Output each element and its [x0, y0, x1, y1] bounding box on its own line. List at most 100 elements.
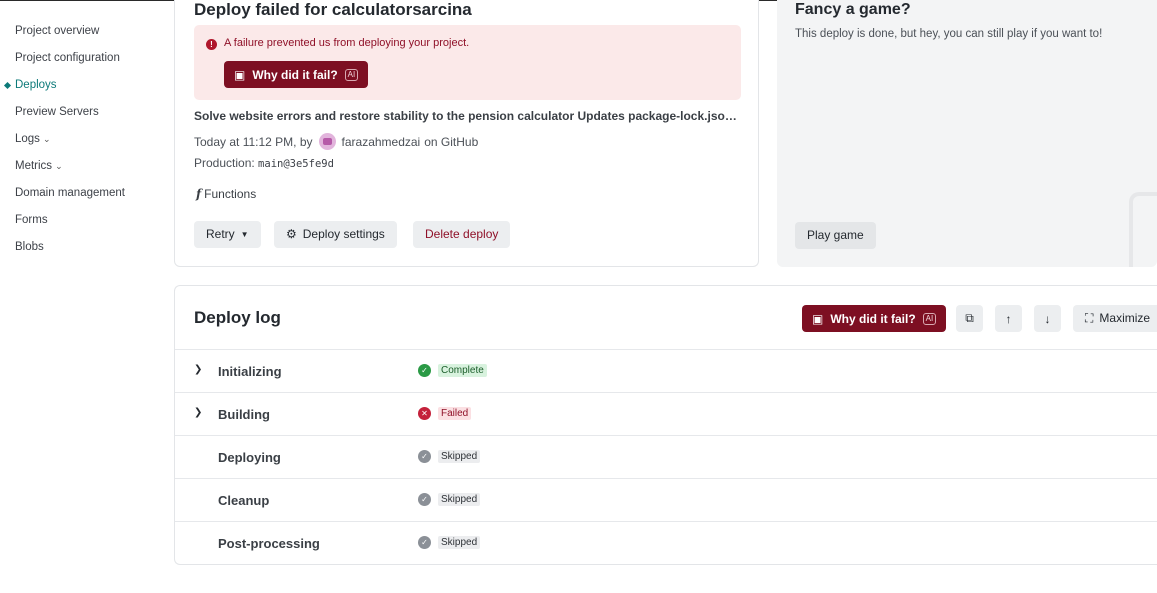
author-link[interactable]: farazahmedzai	[342, 135, 421, 149]
why-label: Why did it fail?	[830, 311, 916, 326]
active-indicator-icon	[3, 81, 12, 90]
alert-icon: !	[206, 39, 217, 50]
sidebar-item-label: Logs	[15, 133, 40, 145]
source-text: on GitHub	[424, 134, 479, 149]
arrow-up-icon: ↑	[1005, 311, 1012, 326]
sidebar-item-label: Project overview	[15, 25, 100, 37]
retry-button[interactable]: Retry ▼	[194, 221, 261, 248]
sidebar-nav: Project overview Project configuration D…	[0, 18, 160, 261]
sidebar-item-logs[interactable]: Logs ⌄	[0, 126, 160, 153]
step-label: Initializing	[218, 364, 282, 379]
step-label: Cleanup	[218, 493, 270, 508]
scroll-bottom-button[interactable]: ↓	[1034, 305, 1061, 332]
sidebar-item-forms[interactable]: Forms	[0, 207, 160, 234]
check-circle-icon: ✓	[418, 536, 431, 549]
log-step-building[interactable]: ❯ Building ✕ Failed	[175, 392, 1157, 435]
production-label: Production:	[194, 156, 255, 170]
sidebar-item-label: Blobs	[15, 241, 44, 253]
commit-message: Solve website errors and restore stabili…	[194, 109, 744, 123]
log-step-initializing[interactable]: ❯ Initializing ✓ Complete	[175, 349, 1157, 392]
status-badge: Skipped	[438, 493, 481, 506]
step-status: ✓ Skipped	[418, 493, 481, 506]
functions-label: Functions	[204, 187, 257, 201]
chevron-right-icon[interactable]: ❯	[194, 407, 202, 418]
deploy-summary-card: Deploy failed for calculatorsarcina ! A …	[174, 0, 759, 267]
sidebar-item-blobs[interactable]: Blobs	[0, 234, 160, 261]
maximize-icon: ⛶	[1085, 311, 1094, 325]
deploy-title: Deploy failed for calculatorsarcina	[194, 0, 472, 19]
function-icon: f	[196, 187, 202, 201]
robot-icon: ▣	[234, 67, 246, 82]
log-steps: ❯ Initializing ✓ Complete ❯ Building ✕ F…	[175, 349, 1157, 564]
step-status: ✓ Skipped	[418, 450, 481, 463]
chevron-right-icon[interactable]: ❯	[194, 364, 202, 375]
production-line: Production: main@3e5fe9d	[194, 156, 334, 170]
sidebar-item-preview-servers[interactable]: Preview Servers	[0, 99, 160, 126]
x-circle-icon: ✕	[418, 407, 431, 420]
scroll-top-button[interactable]: ↑	[995, 305, 1022, 332]
sidebar-item-deploys[interactable]: Deploys	[0, 72, 160, 99]
sidebar-item-label: Project configuration	[15, 52, 120, 64]
deploy-settings-label: Deploy settings	[302, 227, 385, 241]
check-circle-icon: ✓	[418, 493, 431, 506]
sidebar-item-label: Domain management	[15, 187, 125, 199]
step-status: ✓ Skipped	[418, 536, 481, 549]
game-title: Fancy a game?	[795, 1, 911, 18]
game-illustration	[1129, 192, 1157, 267]
check-circle-icon: ✓	[418, 364, 431, 377]
why-label: Why did it fail?	[252, 67, 338, 82]
avatar	[318, 133, 336, 150]
sidebar-item-label: Metrics	[15, 160, 53, 172]
game-card: Fancy a game? This deploy is done, but h…	[777, 0, 1157, 267]
arrow-down-icon: ↓	[1044, 311, 1051, 326]
retry-label: Retry	[206, 227, 235, 241]
step-label: Deploying	[218, 450, 281, 465]
deploy-log-card: Deploy log ▣ Why did it fail? AI ⧉ ↑ ↓ ⛶…	[174, 285, 1157, 565]
deploy-settings-button[interactable]: ⚙ Deploy settings	[274, 221, 397, 248]
chevron-down-icon: ⌄	[42, 134, 51, 144]
ai-badge: AI	[344, 68, 359, 81]
status-badge: Skipped	[438, 536, 481, 549]
gear-icon: ⚙	[286, 227, 297, 241]
sidebar-item-label: Forms	[15, 214, 48, 226]
log-step-deploying: Deploying ✓ Skipped	[175, 435, 1157, 478]
functions-link[interactable]: f Functions	[196, 187, 256, 201]
delete-deploy-button[interactable]: Delete deploy	[413, 221, 511, 248]
deploy-meta: Today at 11:12 PM, by farazahmedzai on G…	[194, 133, 478, 150]
log-why-did-it-fail-button[interactable]: ▣ Why did it fail? AI	[802, 305, 947, 332]
deploy-log-title: Deploy log	[194, 308, 281, 327]
why-did-it-fail-button[interactable]: ▣ Why did it fail? AI	[224, 61, 369, 88]
play-game-button[interactable]: Play game	[795, 222, 876, 249]
maximize-button[interactable]: ⛶ Maximize	[1073, 305, 1157, 332]
step-status: ✓ Complete	[418, 364, 487, 377]
sidebar-item-label: Preview Servers	[15, 106, 99, 118]
step-status: ✕ Failed	[418, 407, 472, 420]
ai-badge: AI	[922, 312, 937, 325]
delete-deploy-label: Delete deploy	[425, 227, 499, 241]
sidebar-item-project-overview[interactable]: Project overview	[0, 18, 160, 45]
robot-icon: ▣	[812, 311, 824, 326]
play-game-label: Play game	[807, 228, 864, 242]
alert-text: A failure prevented us from deploying yo…	[224, 37, 470, 49]
game-subtitle: This deploy is done, but hey, you can st…	[795, 28, 1103, 40]
maximize-label: Maximize	[1099, 311, 1151, 325]
log-step-cleanup: Cleanup ✓ Skipped	[175, 478, 1157, 521]
copy-icon: ⧉	[965, 311, 974, 325]
sidebar-item-metrics[interactable]: Metrics ⌄	[0, 153, 160, 180]
copy-log-button[interactable]: ⧉	[956, 305, 983, 332]
production-ref-link[interactable]: main@3e5fe9d	[258, 158, 334, 170]
status-badge: Complete	[438, 364, 487, 377]
chevron-down-icon: ⌄	[55, 161, 63, 171]
sidebar-item-label: Deploys	[15, 79, 57, 91]
sidebar-item-domain-management[interactable]: Domain management	[0, 180, 160, 207]
status-badge: Skipped	[438, 450, 481, 463]
caret-down-icon: ▼	[240, 230, 249, 239]
step-label: Building	[218, 407, 270, 422]
check-circle-icon: ✓	[418, 450, 431, 463]
step-label: Post-processing	[218, 536, 320, 551]
log-step-post-processing: Post-processing ✓ Skipped	[175, 521, 1157, 564]
deploy-time: Today at 11:12 PM, by	[194, 134, 313, 149]
status-badge: Failed	[438, 407, 472, 420]
failure-alert: ! A failure prevented us from deploying …	[194, 25, 741, 100]
sidebar-item-project-configuration[interactable]: Project configuration	[0, 45, 160, 72]
